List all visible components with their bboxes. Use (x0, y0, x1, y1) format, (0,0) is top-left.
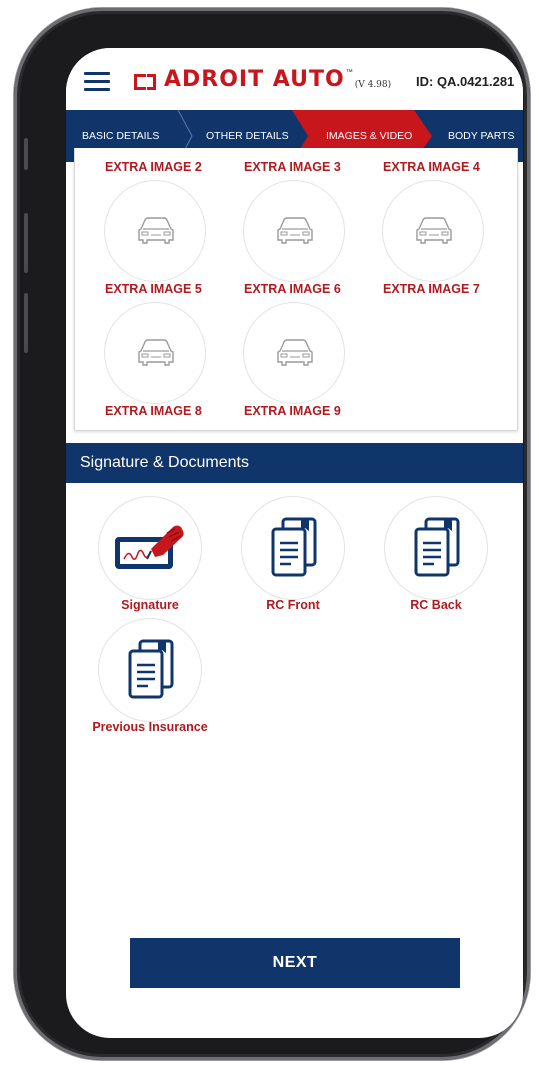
extra-image-9-button[interactable] (243, 302, 345, 404)
car-icon (416, 217, 452, 244)
rc-back-button[interactable] (384, 496, 488, 600)
extra-image-5-button[interactable] (104, 180, 206, 282)
phone-mute-switch (24, 138, 28, 170)
signature-documents-header: Signature & Documents (66, 443, 523, 483)
phone-volume-down (24, 293, 28, 353)
extra-image-5-label: EXTRA IMAGE 5 (105, 282, 202, 296)
rc-front-button[interactable] (241, 496, 345, 600)
inspection-id: ID: QA.0421.281 (416, 74, 515, 89)
extra-image-7-button[interactable] (382, 180, 484, 282)
signature-button[interactable] (98, 496, 202, 600)
next-button[interactable]: NEXT (130, 938, 460, 988)
signature-icon (115, 525, 184, 569)
extra-image-8-label: EXTRA IMAGE 8 (105, 404, 202, 418)
car-icon (138, 217, 174, 244)
extra-images-card: EXTRA IMAGE 2 EXTRA IMAGE 3 EXTRA IMAGE … (74, 148, 518, 431)
previous-insurance-button[interactable] (98, 618, 202, 722)
phone-volume-up (24, 213, 28, 273)
car-icon (138, 339, 174, 366)
brand-logo: ADROIT AUTO ™ (V 4.98) (134, 68, 391, 92)
app-version: (V 4.98) (354, 80, 392, 90)
car-icon (277, 217, 313, 244)
logo-mark-icon (134, 72, 158, 92)
document-icon (271, 517, 317, 577)
extra-image-8-button[interactable] (104, 302, 206, 404)
phone-frame: ADROIT AUTO ™ (V 4.98) ID: QA.0421.281 B… (14, 8, 530, 1060)
brand-trademark: ™ (345, 69, 353, 76)
extra-image-4-label: EXTRA IMAGE 4 (383, 160, 480, 174)
document-icon (128, 639, 174, 699)
app-screen: ADROIT AUTO ™ (V 4.98) ID: QA.0421.281 B… (66, 48, 523, 1038)
brand-name: ADROIT AUTO (164, 67, 345, 92)
menu-icon[interactable] (84, 72, 110, 91)
extra-image-6-label: EXTRA IMAGE 6 (244, 282, 341, 296)
signature-label: Signature (121, 598, 179, 612)
extra-image-9-label: EXTRA IMAGE 9 (244, 404, 341, 418)
document-icon (414, 517, 460, 577)
extra-image-7-label: EXTRA IMAGE 7 (383, 282, 480, 296)
rc-front-label: RC Front (266, 598, 320, 612)
rc-back-label: RC Back (410, 598, 462, 612)
extra-image-3-label: EXTRA IMAGE 3 (244, 160, 341, 174)
extra-image-2-label: EXTRA IMAGE 2 (105, 160, 202, 174)
extra-image-6-button[interactable] (243, 180, 345, 282)
car-icon (277, 339, 313, 366)
section-title: Signature & Documents (80, 454, 249, 471)
app-header: ADROIT AUTO ™ (V 4.98) ID: QA.0421.281 (66, 48, 523, 112)
previous-insurance-label: Previous Insurance (92, 720, 208, 734)
